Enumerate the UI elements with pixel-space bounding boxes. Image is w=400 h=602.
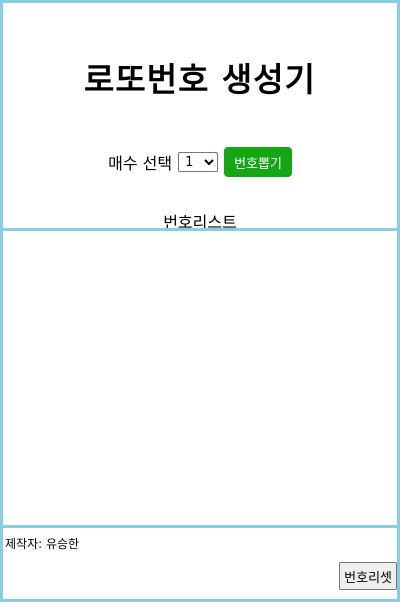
controls-row: 매수 선택 1 번호뽑기: [3, 147, 397, 177]
page-title: 로또번호 생성기: [83, 60, 316, 99]
number-list: [0, 228, 400, 528]
count-select[interactable]: 1: [178, 152, 219, 172]
app-frame: 로또번호 생성기 매수 선택 1 번호뽑기 번호리스트 제작자: 유승한 번호리…: [0, 0, 400, 602]
author-credit: 제작자: 유승한: [5, 537, 80, 551]
footer-section: 제작자: 유승한 번호리셋: [0, 525, 400, 602]
draw-numbers-button[interactable]: 번호뽑기: [224, 147, 292, 177]
reset-numbers-button[interactable]: 번호리셋: [339, 562, 397, 590]
header-section: 로또번호 생성기 매수 선택 1 번호뽑기 번호리스트: [0, 0, 400, 232]
count-label: 매수 선택: [108, 154, 173, 173]
